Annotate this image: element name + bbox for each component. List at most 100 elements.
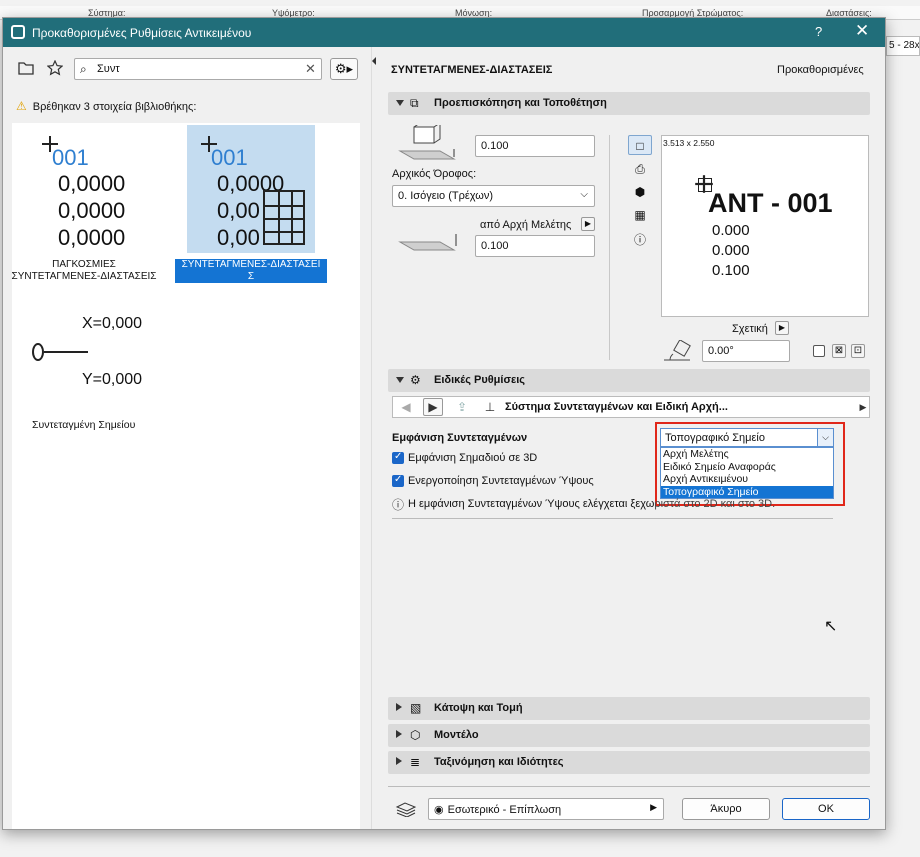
dialog-title: Προκαθορισμένες Ρυθμίσεις Αντικειμένου [32, 26, 252, 40]
item-number: 001 [52, 145, 89, 170]
library-items-area: 001 0,0000 0,0000 0,0000 ΠΑΓΚΟΣΜΙΕΣ ΣΥΝΤ… [12, 123, 360, 829]
display-coordinates-label: Εμφάνιση Συντεταγμένων [392, 432, 528, 444]
bg-right-field[interactable]: 5 - 28x [886, 36, 920, 56]
mirror-checkbox[interactable] [813, 345, 825, 357]
height-field-2[interactable]: 0.100 [475, 235, 595, 257]
eye-icon[interactable]: ◉ [434, 804, 444, 816]
model-cube-icon: ⬡ [410, 728, 421, 742]
found-items-text: Βρέθηκαν 3 στοιχεία βιβλιοθήκης: [32, 101, 197, 113]
highlight-annotation [655, 422, 845, 506]
angle-field[interactable]: 0.00° [702, 340, 790, 362]
search-box[interactable]: ⌕ Συντ ✕ [74, 58, 322, 80]
mirror-y-icon[interactable]: ⊡ [851, 344, 865, 358]
search-input[interactable]: Συντ [97, 63, 120, 75]
export-icon[interactable]: ⇪ [453, 398, 471, 416]
info-note: Η εμφάνιση Συντεταγμένων Ύψους ελέγχεται… [408, 498, 654, 510]
info-view-icon[interactable]: ⓘ [628, 230, 652, 250]
info-note-tail: Η εμφάνιση Συντεταγμένων Ύψους ελέγχεται… [655, 498, 776, 510]
plan-section-icon: ▧ [410, 701, 422, 715]
caption-line-2: Σ [247, 271, 255, 282]
section-special-settings[interactable]: ⚙ Ειδικές Ρυθμίσεις [388, 369, 870, 392]
section-title: Μοντέλο [434, 729, 479, 741]
preset-label: Προκαθορισμένες [777, 64, 864, 76]
next-page-icon[interactable]: ▶ [423, 398, 443, 416]
panel-splitter[interactable] [371, 47, 379, 829]
library-item-global-coordinates[interactable]: 001 0,0000 0,0000 0,0000 ΠΑΓΚΟΣΜΙΕΣ ΣΥΝΤ… [12, 125, 156, 285]
origin-popup-button[interactable]: ▶ [581, 217, 595, 231]
warning-icon: ⚠ [16, 99, 27, 113]
object-name: ΣΥΝΤΕΤΑΓΜΕΝΕΣ-ΔΙΑΣΤΑΣΕΙΣ [391, 64, 553, 76]
expanded-arrow-icon [396, 377, 404, 383]
relative-popup-button[interactable]: ▶ [775, 321, 789, 335]
chevron-down-icon: ⌵ [580, 189, 588, 200]
layer-stack-icon [394, 800, 418, 818]
item-value-3: 0,0000 [58, 225, 126, 250]
preview-value-1: 0.000 [712, 222, 750, 239]
page-name[interactable]: Σύστημα Συντεταγμένων και Ειδική Αρχή... [505, 401, 728, 413]
point-marker-icon [32, 343, 44, 361]
item-caption: ΠΑΓΚΟΣΜΙΕΣ ΣΥΝΤΕΤΑΓΜΕΝΕΣ-ΔΙΑΣΤΑΣΕΙΣ [6, 259, 162, 283]
found-items-message: ⚠ Βρέθηκαν 3 στοιχεία βιβλιοθήκης: [16, 99, 196, 113]
star-icon[interactable] [45, 58, 65, 78]
item-value-3: 0,00 [217, 225, 260, 250]
preview-window: 3.513 x 2.550 ANT - 001 0.000 0.000 0.10… [661, 135, 869, 317]
library-item-coordinates-dimensions[interactable]: 001 0,0000 0,00 0,00 ΣΥΝΤΕΤΑΓΜΕΝΕΣ-ΔΙΑΣΤ… [175, 125, 327, 285]
vertical-divider [609, 135, 610, 360]
section-plan-section[interactable]: ▧ Κάτοψη και Τομή [388, 697, 870, 720]
preview-size: 3.513 x 2.550 [663, 138, 715, 148]
caption-line-1: ΠΑΓΚΟΣΜΙΕΣ [52, 259, 116, 270]
mouse-cursor-icon: ↖ [824, 618, 838, 635]
previous-page-icon[interactable]: ◀ [397, 398, 415, 416]
cancel-button[interactable]: Άκυρο [682, 798, 770, 820]
close-button[interactable]: ✕ [855, 21, 869, 41]
section-preview-positioning[interactable]: ⧉ Προεπισκόπηση και Τοποθέτηση [388, 92, 870, 115]
item-x-value: X=0,000 [82, 315, 143, 332]
collapse-arrow-icon[interactable] [372, 57, 376, 65]
item-thumbnail-selected[interactable]: 001 0,0000 0,00 0,00 [187, 125, 315, 253]
table-grid-icon [263, 190, 305, 245]
item-caption: Συντεταγμένη Σημείου [32, 419, 136, 431]
layer-select[interactable]: ◉ Εσωτερικό - Επίπλωση ▶ [428, 798, 664, 820]
folder-icon[interactable] [16, 58, 36, 78]
ok-button[interactable]: OK [782, 798, 870, 820]
item-thumbnail[interactable]: 001 0,0000 0,0000 0,0000 [14, 125, 142, 253]
item-caption-selected: ΣΥΝΤΕΤΑΓΜΕΝΕΣ-ΔΙΑΣΤΑΣΕΙ Σ [175, 259, 327, 283]
info-icon: ⓘ [391, 497, 404, 512]
clear-search-icon[interactable]: ✕ [305, 61, 316, 77]
item-value-1: 0,0000 [58, 171, 126, 196]
content-separator [392, 518, 833, 519]
title-bar: Προκαθορισμένες Ρυθμίσεις Αντικειμένου ?… [3, 18, 885, 47]
section-classification[interactable]: ≣ Ταξινόμηση και Ιδιότητες [388, 751, 870, 774]
page-menu-arrow-icon[interactable]: ▶ [857, 399, 869, 415]
leader-line [44, 351, 88, 353]
view-section-icon[interactable]: ⎙ [628, 159, 652, 179]
section-title: Ταξινόμηση και Ιδιότητες [434, 756, 564, 768]
height-field-1[interactable]: 0.100 [475, 135, 595, 157]
help-button[interactable]: ? [815, 24, 822, 39]
view-film-icon[interactable]: ▦ [628, 205, 652, 225]
view-2d-icon[interactable]: □ [628, 135, 652, 155]
chevron-right-icon: ▶ [650, 802, 657, 812]
preview-value-2: 0.000 [712, 242, 750, 259]
item-value-2: 0,0000 [58, 198, 126, 223]
collapsed-arrow-icon [396, 730, 402, 738]
home-floor-label: Αρχικός Όροφος: [392, 168, 477, 180]
library-item-point-coordinate[interactable]: X=0,000 Y=0,000 Συντεταγμένη Σημείου [14, 303, 142, 433]
preview-title: ANT - 001 [708, 188, 833, 218]
home-floor-value: 0. Ισόγειο (Τρέχων) [398, 190, 493, 202]
enable-elevation-checkbox[interactable] [392, 474, 404, 487]
show-marker-3d-checkbox[interactable] [392, 451, 404, 464]
section-model[interactable]: ⬡ Μοντέλο [388, 724, 870, 747]
enable-elevation-label: Ενεργοποίηση Συντεταγμένων Ύψους [408, 475, 594, 487]
expanded-arrow-icon [396, 100, 404, 106]
mirror-x-icon[interactable]: ⊠ [832, 344, 846, 358]
caption-line-1: ΣΥΝΤΕΤΑΓΜΕΝΕΣ-ΔΙΑΣΤΑΣΕΙ [181, 259, 321, 270]
gear-icon[interactable]: ⚙▸ [330, 58, 358, 80]
section-title: Προεπισκόπηση και Τοποθέτηση [434, 97, 607, 109]
home-floor-select[interactable]: 0. Ισόγειο (Τρέχων) ⌵ [392, 185, 595, 207]
coordinate-system-icon: ⊥ [484, 400, 496, 414]
view-3d-icon[interactable]: ⬢ [628, 182, 652, 202]
item-number: 001 [211, 145, 248, 170]
layer-value: Εσωτερικό - Επίπλωση [447, 804, 562, 816]
archicad-logo-icon [11, 25, 25, 39]
